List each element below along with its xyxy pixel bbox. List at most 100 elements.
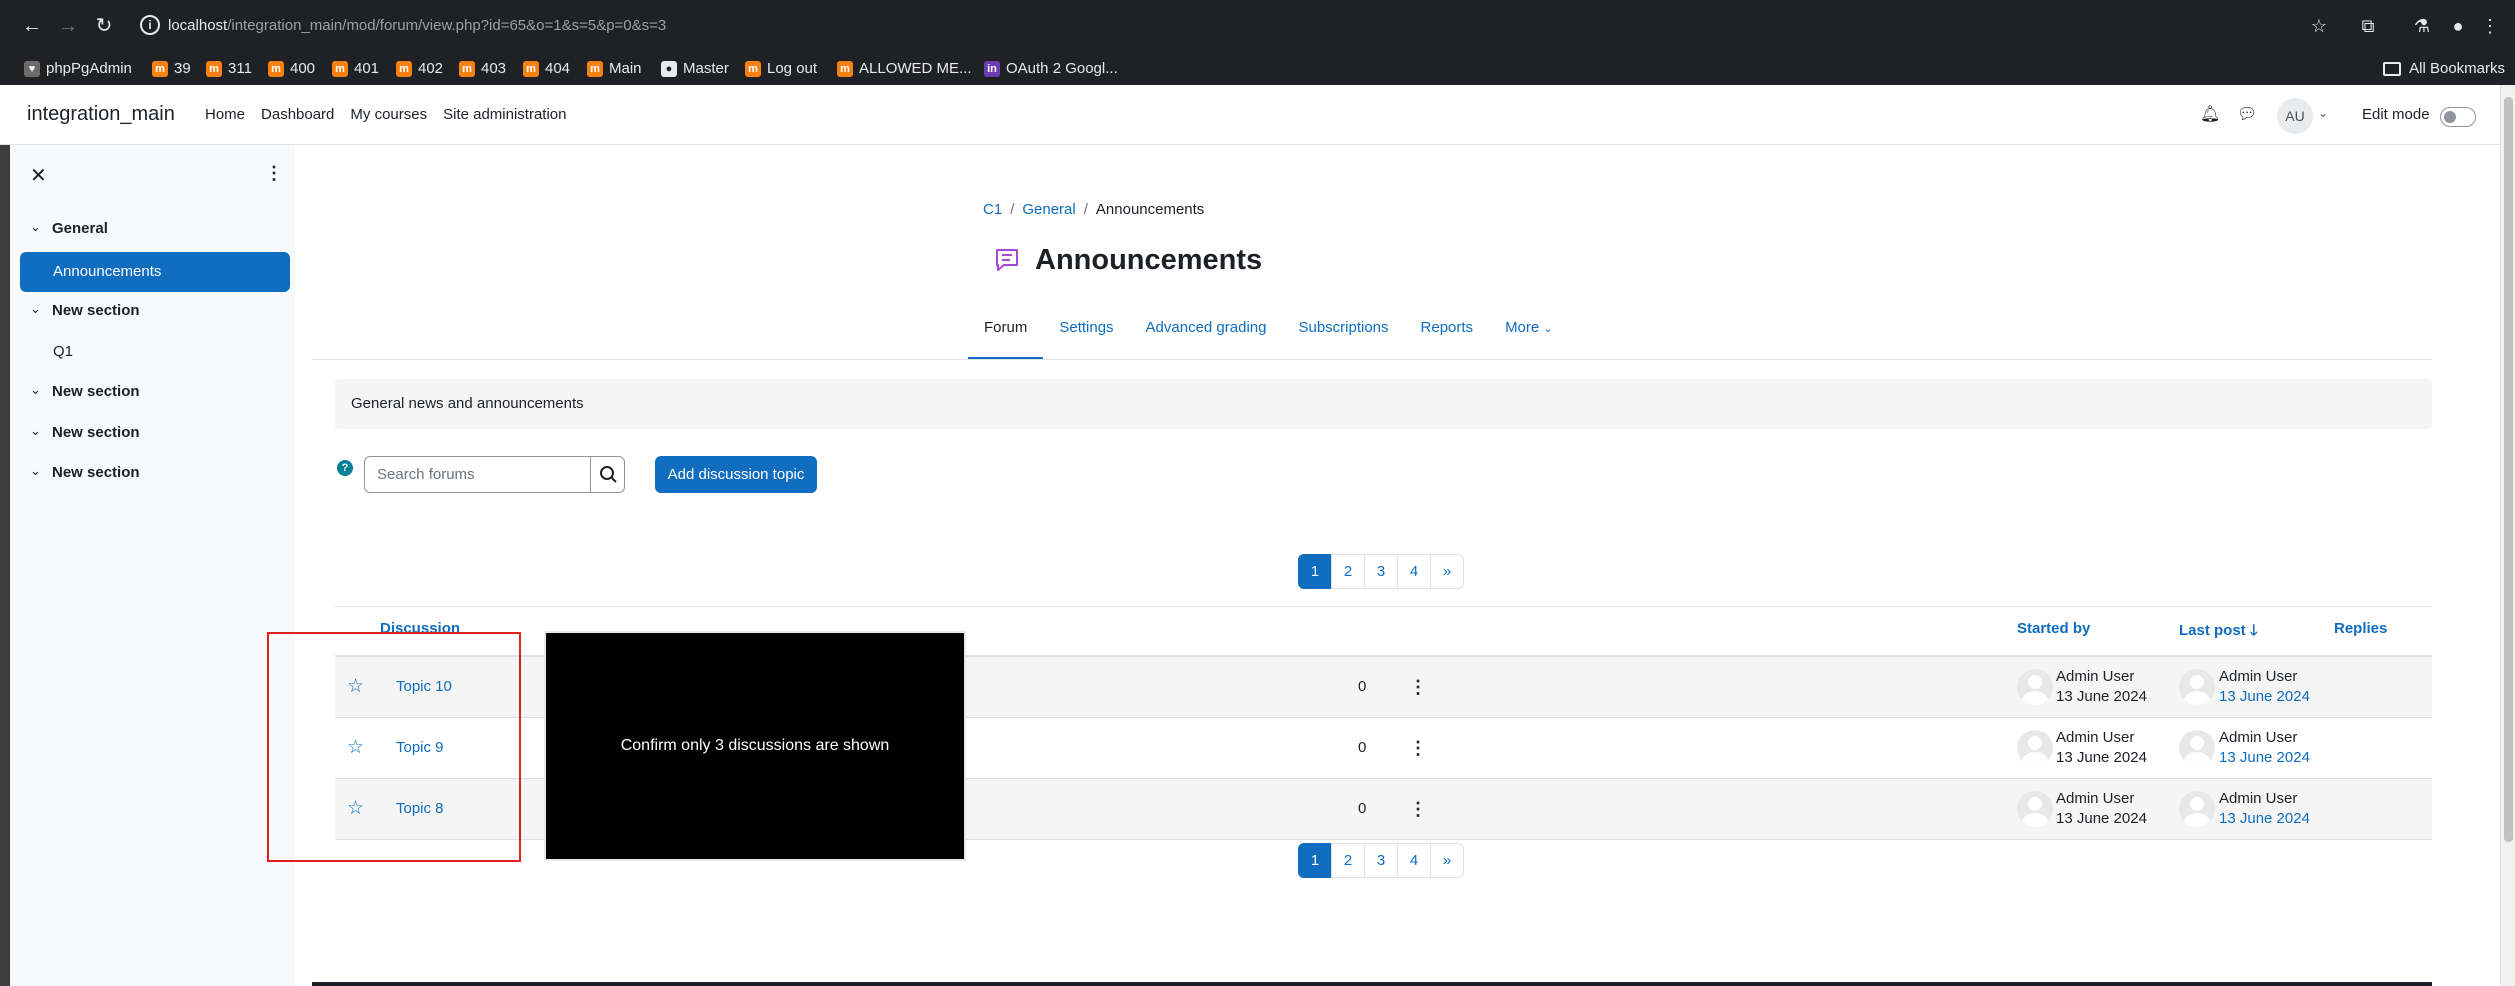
nav-site-administration[interactable]: Site administration (435, 105, 574, 125)
page-1[interactable]: 1 (1298, 843, 1332, 878)
footer-edge (312, 982, 2432, 986)
profile-icon[interactable]: ● (2446, 14, 2470, 38)
bookmark-phppgadmin[interactable]: ♥ phpPgAdmin (24, 58, 132, 80)
bookmark-401[interactable]: m 401 (332, 58, 379, 80)
github-icon: ● (661, 61, 677, 77)
primary-navigation: Home Dashboard My courses Site administr… (197, 105, 575, 125)
address-bar[interactable]: i localhost/integration_main/mod/forum/v… (130, 9, 2350, 43)
avatar (2017, 791, 2053, 827)
page-2[interactable]: 2 (1331, 843, 1365, 878)
chevron-down-icon[interactable]: ⌄ (30, 423, 41, 439)
column-started-by[interactable]: Started by (2017, 620, 2090, 637)
moodle-icon: m (587, 61, 603, 77)
bookmark-logout[interactable]: m Log out (745, 58, 817, 80)
tab-reports[interactable]: Reports (1405, 312, 1490, 360)
add-discussion-button[interactable]: Add discussion topic (655, 456, 817, 493)
more-actions-icon[interactable]: ⋮ (1409, 677, 1427, 698)
course-section-general[interactable]: ⌄ General (30, 219, 108, 237)
nav-my-courses[interactable]: My courses (342, 105, 435, 125)
close-icon[interactable]: ✕ (30, 163, 47, 188)
help-icon[interactable]: ? (337, 460, 353, 476)
sort-down-arrow-icon: 🡓 (2249, 622, 2258, 639)
nav-home[interactable]: Home (197, 105, 253, 125)
last-post-date[interactable]: 13 June 2024 (2219, 810, 2310, 827)
back-icon[interactable]: ← (20, 14, 44, 38)
breadcrumb-current: Announcements (1095, 201, 1205, 218)
tab-advanced-grading[interactable]: Advanced grading (1130, 312, 1283, 360)
bookmark-39[interactable]: m 39 (152, 58, 191, 80)
chevron-down-icon[interactable]: ⌄ (30, 301, 41, 317)
site-brand[interactable]: integration_main (27, 103, 175, 126)
tab-settings[interactable]: Settings (1043, 312, 1129, 360)
bookmark-label: 404 (545, 60, 571, 77)
forward-icon[interactable]: → (56, 14, 80, 38)
messages-icon[interactable]: 💬︎ (2237, 105, 2257, 125)
breadcrumb-section[interactable]: General (1022, 201, 1075, 218)
page-3[interactable]: 3 (1364, 843, 1398, 878)
course-section-new-4[interactable]: ⌄ New section (30, 463, 140, 481)
moodle-icon: m (206, 61, 222, 77)
site-info-icon[interactable]: i (140, 15, 160, 35)
course-item-announcements[interactable]: Announcements (20, 252, 290, 292)
course-section-new-2[interactable]: ⌄ New section (30, 382, 140, 400)
chevron-down-icon[interactable]: ⌄ (30, 219, 41, 235)
page-4[interactable]: 4 (1397, 843, 1431, 878)
column-replies[interactable]: Replies (2334, 620, 2387, 637)
moodle-icon: m (268, 61, 284, 77)
user-avatar[interactable]: AU (2277, 98, 2313, 134)
course-item-q1[interactable]: Q1 (20, 332, 290, 372)
notifications-bell-icon[interactable]: 🔔︎ (2200, 105, 2220, 125)
folder-icon (2383, 62, 2402, 76)
avatar (2017, 730, 2053, 766)
bookmark-allowed[interactable]: m ALLOWED ME... (837, 58, 972, 80)
edit-mode-toggle[interactable] (2440, 107, 2476, 127)
section-title: General (52, 220, 108, 237)
more-actions-icon[interactable]: ⋮ (1409, 738, 1427, 759)
scrollbar-thumb[interactable] (2504, 97, 2513, 842)
started-by-name: Admin User (2056, 790, 2135, 807)
chevron-down-icon[interactable]: ⌄ (30, 382, 41, 398)
chevron-down-icon[interactable]: ⌄ (2318, 106, 2328, 120)
drawer-options-icon[interactable]: ⋮ (265, 163, 283, 184)
page-4[interactable]: 4 (1397, 554, 1431, 589)
last-post-date[interactable]: 13 June 2024 (2219, 688, 2310, 705)
chevron-down-icon[interactable]: ⌄ (30, 463, 41, 479)
search-input[interactable] (365, 457, 590, 492)
reload-icon[interactable]: ↻ (92, 14, 116, 38)
bookmark-400[interactable]: m 400 (268, 58, 315, 80)
breadcrumb-course[interactable]: C1 (983, 201, 1002, 218)
menu-kebab-icon[interactable]: ⋮ (2478, 14, 2502, 38)
bookmark-label: 403 (481, 60, 507, 77)
bookmark-oauth[interactable]: in OAuth 2 Googl... (984, 58, 1118, 80)
bookmark-label: OAuth 2 Googl... (1006, 60, 1118, 77)
page-scrollbar[interactable] (2500, 85, 2515, 986)
bookmark-main[interactable]: m Main (587, 58, 642, 80)
bookmark-404[interactable]: m 404 (523, 58, 570, 80)
course-section-new-3[interactable]: ⌄ New section (30, 423, 140, 441)
bookmark-311[interactable]: m 311 (206, 58, 252, 80)
phppgadmin-icon: ♥ (24, 61, 40, 77)
labs-flask-icon[interactable]: ⚗ (2410, 14, 2434, 38)
bookmark-402[interactable]: m 402 (396, 58, 443, 80)
bookmark-star-icon[interactable]: ☆ (2307, 14, 2331, 38)
course-section-new-1[interactable]: ⌄ New section (30, 301, 140, 319)
last-post-date[interactable]: 13 June 2024 (2219, 749, 2310, 766)
all-bookmarks[interactable]: All Bookmarks (2383, 58, 2505, 80)
page-next[interactable]: » (1430, 843, 1464, 878)
page-1[interactable]: 1 (1298, 554, 1332, 589)
highlight-box (267, 632, 521, 862)
column-last-post[interactable]: Last post 🡓 (2179, 620, 2258, 645)
nav-dashboard[interactable]: Dashboard (253, 105, 342, 125)
tab-forum[interactable]: Forum (968, 312, 1044, 360)
tab-more[interactable]: More ⌄ (1489, 312, 1569, 360)
extensions-icon[interactable]: ⧉ (2356, 14, 2380, 38)
search-button[interactable] (590, 457, 625, 492)
page-3[interactable]: 3 (1364, 554, 1398, 589)
bookmark-master[interactable]: ● Master (661, 58, 729, 80)
page-next[interactable]: » (1430, 554, 1464, 589)
page-2[interactable]: 2 (1331, 554, 1365, 589)
url-text[interactable]: localhost/integration_main/mod/forum/vie… (168, 17, 666, 34)
bookmark-403[interactable]: m 403 (459, 58, 506, 80)
tab-subscriptions[interactable]: Subscriptions (1282, 312, 1404, 360)
more-actions-icon[interactable]: ⋮ (1409, 799, 1427, 820)
